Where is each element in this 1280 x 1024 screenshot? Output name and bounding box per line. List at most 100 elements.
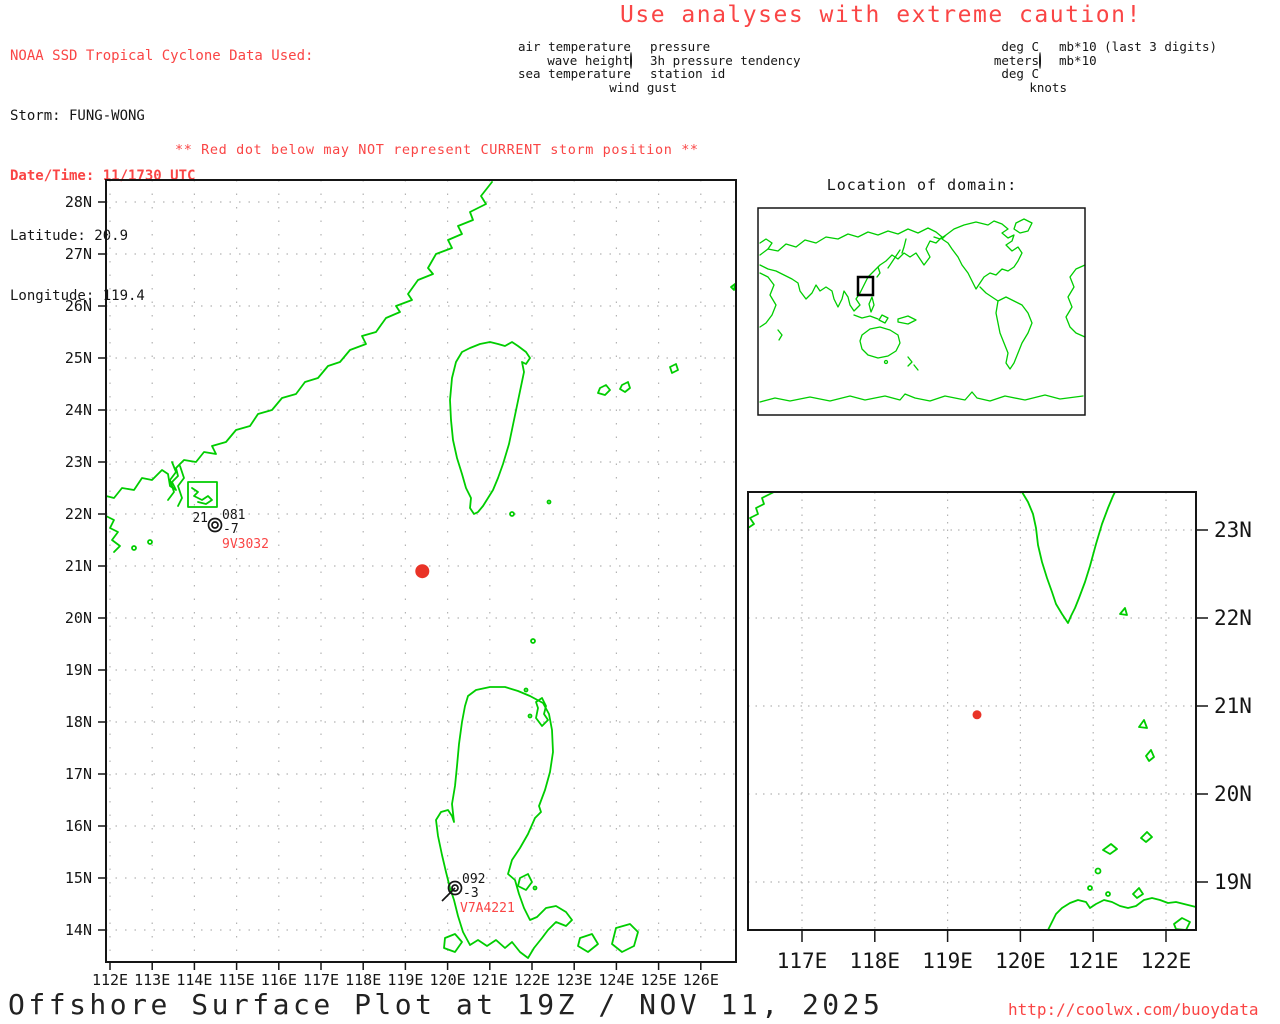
x-tick-label: 119E — [922, 949, 973, 973]
tasmania — [885, 361, 888, 364]
africa-west-edge — [1066, 265, 1085, 337]
ryukyu-islands — [598, 284, 735, 395]
legend-wind-gust: wind gust — [565, 81, 677, 95]
taiwan-coastline — [450, 342, 530, 514]
y-tick-label: 24N — [65, 401, 92, 419]
x-tick-label: 122E — [514, 971, 550, 989]
y-axis-ticks — [1196, 530, 1208, 882]
legend-station-id: station id — [650, 67, 801, 81]
islet — [548, 501, 551, 504]
tc-storm-name: Storm: FUNG-WONG — [10, 106, 313, 126]
station-plot-9V3032: 21 081 -7 9V3032 — [192, 508, 269, 552]
y-tick-label: 19N — [65, 661, 92, 679]
station-inner-circle-icon — [212, 522, 218, 528]
islet — [525, 689, 528, 692]
y-tick-label: 17N — [65, 765, 92, 783]
catanduanes-island — [612, 924, 638, 952]
main-map: 21 081 -7 9V3032 092 -3 V7A4221 112E 113… — [40, 170, 750, 1000]
world-coastlines — [760, 219, 1085, 402]
caution-title: Use analyses with extreme caution! — [620, 2, 1142, 28]
new-zealand — [908, 357, 918, 370]
x-axis-labels: 117E 118E 119E 120E 121E 122E — [777, 949, 1192, 973]
x-tick-label: 112E — [92, 971, 128, 989]
y-axis-labels: 28N 27N 26N 25N 24N 23N 22N 21N 20N 19N … — [65, 193, 92, 939]
x-tick-label: 126E — [683, 971, 719, 989]
legend-air-temperature: air temperature — [518, 40, 630, 54]
legend-wave-height: wave height — [518, 54, 630, 68]
x-tick-label: 125E — [641, 971, 677, 989]
y-tick-label: 21N — [65, 557, 92, 575]
x-tick-label: 118E — [345, 971, 381, 989]
y-tick-label: 27N — [65, 245, 92, 263]
islet — [531, 639, 535, 643]
taiwan-coastline — [1022, 492, 1115, 623]
y-tick-label: 21N — [1214, 694, 1252, 718]
unit-deg-c-sea: deg C — [983, 67, 1039, 81]
corner-island — [1174, 918, 1190, 930]
x-tick-label: 121E — [472, 971, 508, 989]
storm-position-dot — [973, 710, 982, 719]
x-tick-label: 120E — [430, 971, 466, 989]
y-tick-label: 26N — [65, 297, 92, 315]
tc-source-line: NOAA SSD Tropical Cyclone Data Used: — [10, 46, 313, 66]
y-tick-label: 18N — [65, 713, 92, 731]
islet — [132, 546, 136, 550]
storm-position-dot — [415, 564, 429, 578]
coastlines-group — [748, 492, 1196, 930]
station-model-legend: air temperature pressure wave height 3h … — [518, 40, 801, 94]
coastline-left-edge — [106, 516, 120, 552]
station-air-temp: 21 — [192, 511, 208, 526]
islet-lanyu — [510, 512, 514, 516]
indonesia-islands — [854, 315, 916, 324]
inset-title: Location of domain: — [827, 176, 1018, 194]
detail-map: 117E 118E 119E 120E 121E 122E 23N 22N 21… — [740, 480, 1280, 1000]
y-tick-label: 22N — [1214, 606, 1252, 630]
x-tick-label: 113E — [134, 971, 170, 989]
batan-islands — [1139, 720, 1154, 761]
station-callsign: 9V3032 — [222, 537, 269, 552]
japan-islands — [877, 239, 906, 277]
polillo-islands — [518, 874, 532, 890]
y-tick-label: 14N — [65, 921, 92, 939]
x-axis-labels: 112E 113E 114E 115E 116E 117E 118E 119E … — [92, 971, 719, 989]
plot-title: Offshore Surface Plot at 19Z / NOV 11, 2… — [8, 988, 883, 1021]
unit-deg-c-air: deg C — [983, 40, 1039, 54]
station-plot-V7A4221: 092 -3 V7A4221 — [442, 872, 515, 916]
south-america-coast — [996, 297, 1032, 369]
y-tick-label: 22N — [65, 505, 92, 523]
x-axis-ticks — [802, 930, 1166, 942]
x-axis-ticks — [110, 962, 701, 970]
x-tick-label: 119E — [387, 971, 423, 989]
greenland-coast — [1014, 219, 1032, 233]
latitude-gridlines — [748, 530, 1196, 882]
legend-pressure-tendency: 3h pressure tendency — [650, 54, 801, 68]
x-tick-label: 124E — [598, 971, 634, 989]
station-circle-icon — [209, 519, 222, 532]
unit-tendency: mb*10 — [1059, 54, 1217, 68]
buoydata-url-link[interactable]: http://coolwx.com/buoydata — [1008, 1000, 1258, 1019]
y-tick-label: 20N — [1214, 782, 1252, 806]
x-tick-label: 123E — [556, 971, 592, 989]
station-circle-icon — [1039, 52, 1041, 69]
central-america — [980, 287, 998, 301]
islet — [1088, 886, 1092, 890]
y-tick-label: 28N — [65, 193, 92, 211]
x-tick-label: 115E — [219, 971, 255, 989]
islet — [1120, 608, 1127, 615]
unit-pressure: mb*10 (last 3 digits) — [1059, 40, 1217, 54]
storm-position-warning: ** Red dot below may NOT represent CURRE… — [175, 142, 699, 158]
legend-pressure: pressure — [650, 40, 801, 54]
eurasia-coast — [760, 228, 942, 311]
islet — [1106, 892, 1110, 896]
china-coastline — [106, 182, 492, 498]
y-tick-label: 25N — [65, 349, 92, 367]
domain-location-inset: Location of domain: — [750, 165, 1095, 425]
station-pressure-tendency: -3 — [463, 886, 479, 901]
x-tick-label: 114E — [176, 971, 212, 989]
europe-edge — [760, 239, 772, 249]
luzon-coastline — [436, 687, 572, 958]
detail-map-frame — [748, 492, 1196, 930]
y-axis-ticks — [98, 202, 106, 930]
x-tick-label: 117E — [777, 949, 828, 973]
x-tick-label: 120E — [995, 949, 1046, 973]
